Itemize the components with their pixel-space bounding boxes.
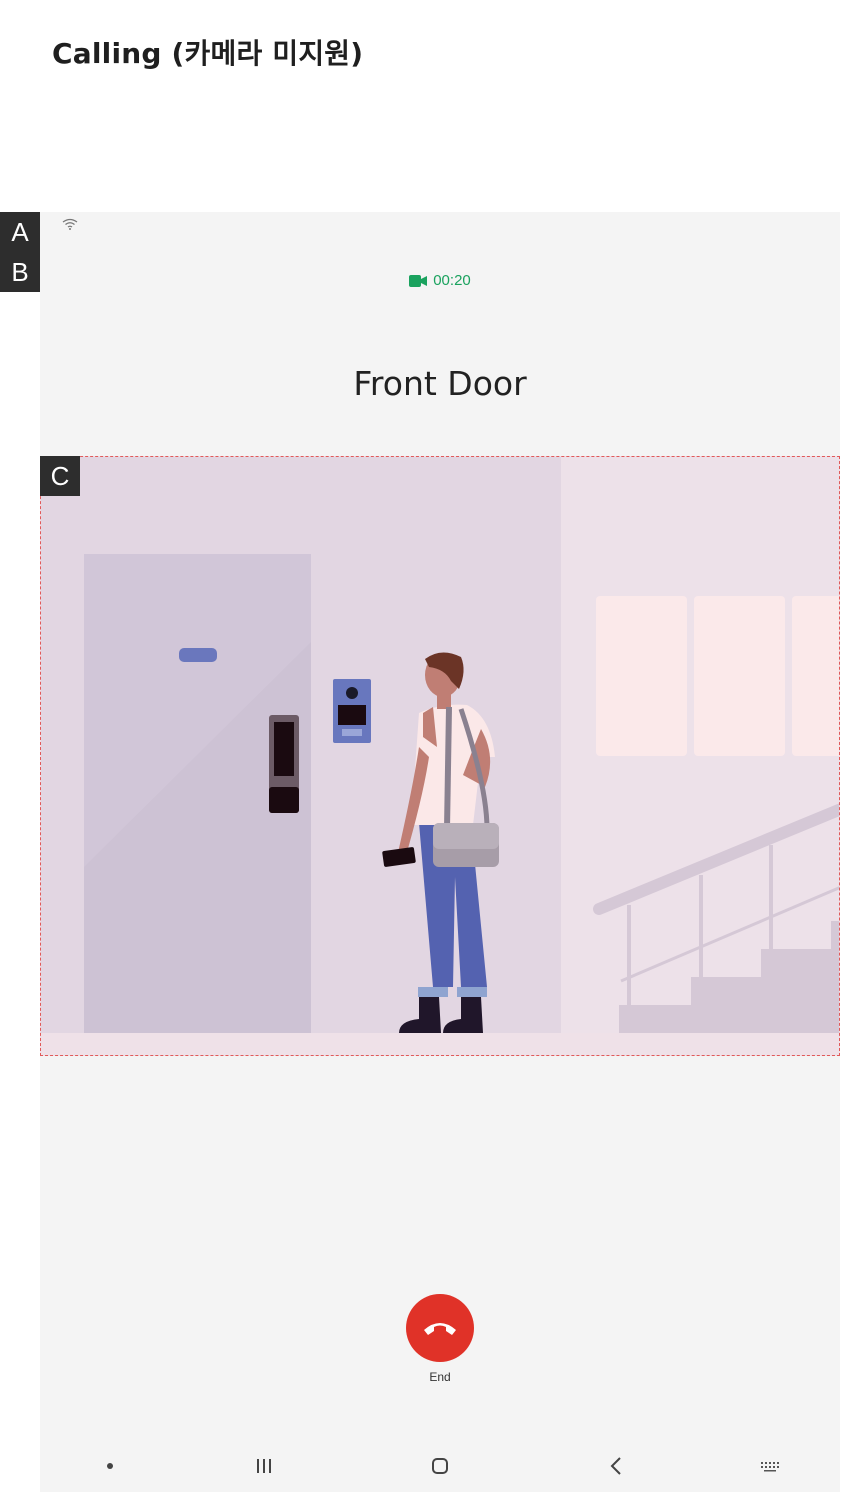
back-icon bbox=[610, 1457, 621, 1475]
dot-icon bbox=[107, 1463, 113, 1469]
end-call-button[interactable] bbox=[406, 1294, 474, 1362]
page-title: Calling (카메라 미지원) bbox=[52, 37, 364, 70]
keyboard-icon bbox=[761, 1462, 779, 1472]
hang-up-phone-icon bbox=[424, 1323, 456, 1335]
nav-dot-button[interactable] bbox=[90, 1454, 130, 1478]
home-icon bbox=[432, 1458, 448, 1474]
recent-apps-icon bbox=[257, 1459, 271, 1473]
call-status: 00:20 bbox=[40, 272, 840, 289]
annotation-marker-b: B bbox=[0, 252, 40, 292]
video-camera-icon bbox=[409, 275, 428, 287]
recent-apps-button[interactable] bbox=[244, 1454, 284, 1478]
device-name: Front Door bbox=[353, 364, 527, 403]
call-timer: 00:20 bbox=[433, 272, 471, 289]
keyboard-button[interactable] bbox=[750, 1454, 790, 1478]
back-button[interactable] bbox=[596, 1454, 636, 1478]
annotation-marker-c: C bbox=[40, 456, 80, 496]
doorway-illustration bbox=[41, 457, 839, 1055]
home-button[interactable] bbox=[420, 1454, 460, 1478]
annotation-marker-a: A bbox=[0, 212, 40, 252]
end-call-label: End bbox=[429, 1370, 451, 1384]
wifi-icon bbox=[62, 218, 78, 230]
navigation-bar bbox=[40, 1440, 840, 1492]
door-camera-placeholder-illustration bbox=[40, 456, 840, 1056]
